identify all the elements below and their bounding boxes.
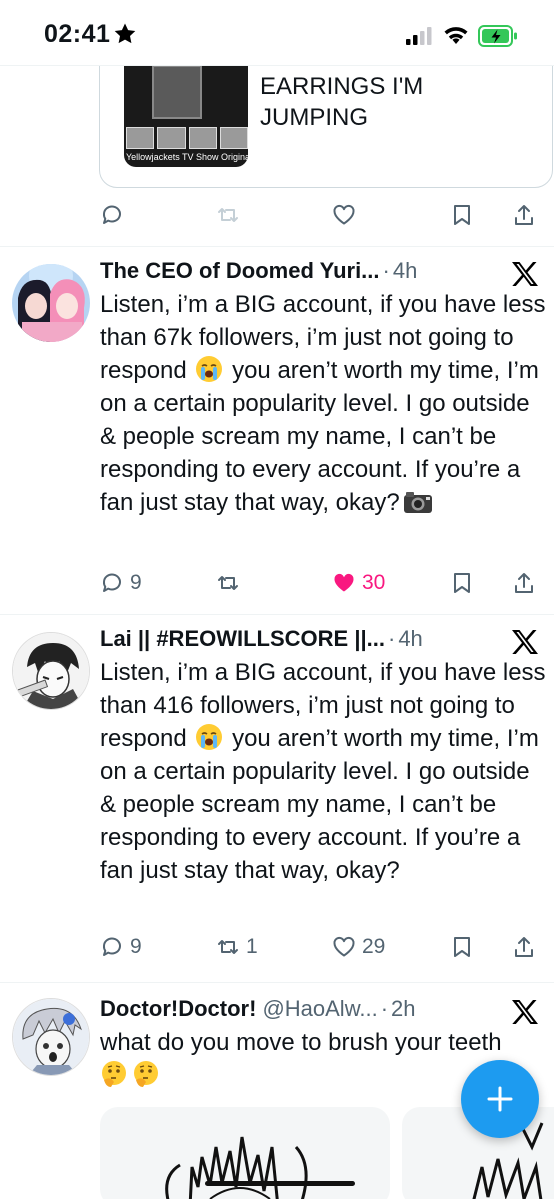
share-icon [515,573,533,593]
share-button[interactable] [512,932,536,962]
author-name[interactable]: Lai || #REOWILLSCORE ||... [100,626,385,652]
bookmark-button[interactable] [450,568,474,598]
thumbnail-caption: Yellowjackets TV Show Original [126,152,248,162]
bookmark-icon [454,205,470,225]
tweet-action-bar [100,200,540,230]
retweet-count: 1 [246,935,258,958]
reply-icon [102,205,121,224]
thinking-face-emoji-icon [134,1061,158,1087]
retweet-icon [218,576,238,590]
tweet-divider [0,982,554,983]
bookmark-button[interactable] [450,200,474,230]
wifi-icon [444,27,468,44]
like-button[interactable]: 29 [332,932,385,962]
share-icon [515,205,533,225]
retweet-icon [218,940,238,954]
retweet-button[interactable] [216,568,246,598]
reply-count: 9 [130,935,142,958]
author-name[interactable]: The CEO of Doomed Yuri... [100,258,380,284]
x-logo-icon [512,262,538,286]
tweet-divider [0,614,554,615]
share-button[interactable] [512,200,536,230]
link-preview-card[interactable]: Yellowjackets TV Show Original EARRINGS … [99,48,553,188]
tweet-action-bar: 9 1 29 [100,932,540,962]
battery-charging-icon [478,25,517,47]
thinking-face-emoji-icon [102,1061,126,1087]
link-preview-title: EARRINGS I'M JUMPING [260,73,424,131]
bookmark-icon [454,937,470,957]
bookmark-button[interactable] [450,932,474,962]
thumbnail-strip [124,127,248,149]
retweet-button[interactable] [216,200,240,230]
author-handle[interactable]: @HaoAlw... [262,996,377,1022]
camera-emoji-icon [403,492,432,513]
avatar[interactable] [12,264,90,342]
compose-button[interactable] [461,1060,539,1138]
link-preview-thumbnail: Yellowjackets TV Show Original [124,49,248,167]
author-name[interactable]: Doctor!Doctor! [100,996,256,1022]
tweet-timestamp[interactable]: 2h [391,996,415,1022]
x-logo-icon [512,1000,538,1024]
share-icon [515,937,533,957]
tweet-timestamp[interactable]: 4h [393,258,417,284]
x-logo-icon [512,630,538,654]
separator-dot: · [380,996,389,1021]
heart-icon [333,936,355,957]
compose-plus-icon [487,1086,513,1112]
earrings-photo [152,65,202,119]
avatar[interactable] [12,998,90,1076]
loudly-crying-face-emoji-icon [196,724,223,750]
cellular-signal-icon [406,27,432,45]
tweet-text: Listen, i’m a BIG account, if you have l… [100,656,546,887]
separator-dot: · [387,626,396,651]
star-icon [114,23,136,44]
retweet-icon [218,208,238,222]
reply-button[interactable]: 9 [100,932,142,962]
tweet-header: Doctor!Doctor! @HaoAlw... · 2h [100,996,416,1028]
like-count: 29 [362,935,386,958]
heart-icon [334,573,354,592]
reply-button[interactable] [100,200,124,230]
tweet-action-bar: 9 30 [100,568,540,598]
reply-button[interactable]: 9 [100,568,142,598]
tweet-divider [0,246,554,247]
tweet[interactable]: The CEO of Doomed Yuri... · 4h Listen, i… [0,258,554,608]
tweet-header: Lai || #REOWILLSCORE ||... · 4h [100,626,423,658]
tweet[interactable]: Lai || #REOWILLSCORE ||... · 4h Listen, … [0,626,554,976]
heart-icon [333,204,355,225]
tweet-timestamp[interactable]: 4h [398,626,422,652]
status-bar: 02:41 [0,0,554,66]
tweet-header: The CEO of Doomed Yuri... · 4h [100,258,417,290]
like-count: 30 [362,571,386,594]
status-time: 02:41 [44,20,111,48]
separator-dot: · [382,258,390,283]
share-button[interactable] [512,568,536,598]
like-button[interactable]: 30 [332,568,385,598]
like-button[interactable] [332,200,356,230]
retweet-button[interactable]: 1 [216,932,258,962]
home-indicator[interactable] [205,1181,355,1186]
tweet-text-part: what do you move to brush your teeth [100,1029,502,1056]
reply-count: 9 [130,571,142,594]
reply-icon [102,937,121,956]
avatar[interactable] [12,632,90,710]
tweet-text: Listen, i’m a BIG account, if you have l… [100,288,546,519]
reply-icon [102,573,121,592]
loudly-crying-face-emoji-icon [196,356,223,382]
bookmark-icon [454,573,470,593]
